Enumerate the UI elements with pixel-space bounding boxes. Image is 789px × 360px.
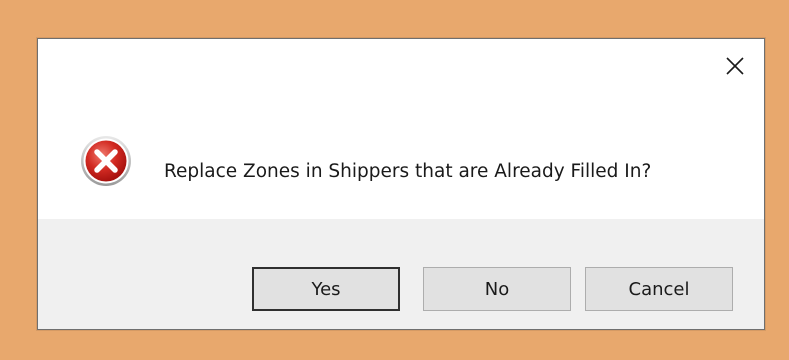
close-button[interactable] [720, 51, 750, 81]
error-icon [81, 136, 131, 186]
dialog-button-bar: Yes No Cancel [38, 219, 764, 329]
no-button[interactable]: No [423, 267, 571, 311]
dialog-message: Replace Zones in Shippers that are Alrea… [164, 161, 652, 182]
dialog-content: Replace Zones in Shippers that are Alrea… [38, 39, 764, 219]
close-icon [726, 57, 744, 75]
yes-button[interactable]: Yes [252, 267, 400, 311]
cancel-button[interactable]: Cancel [585, 267, 733, 311]
message-dialog: Replace Zones in Shippers that are Alrea… [37, 38, 765, 330]
